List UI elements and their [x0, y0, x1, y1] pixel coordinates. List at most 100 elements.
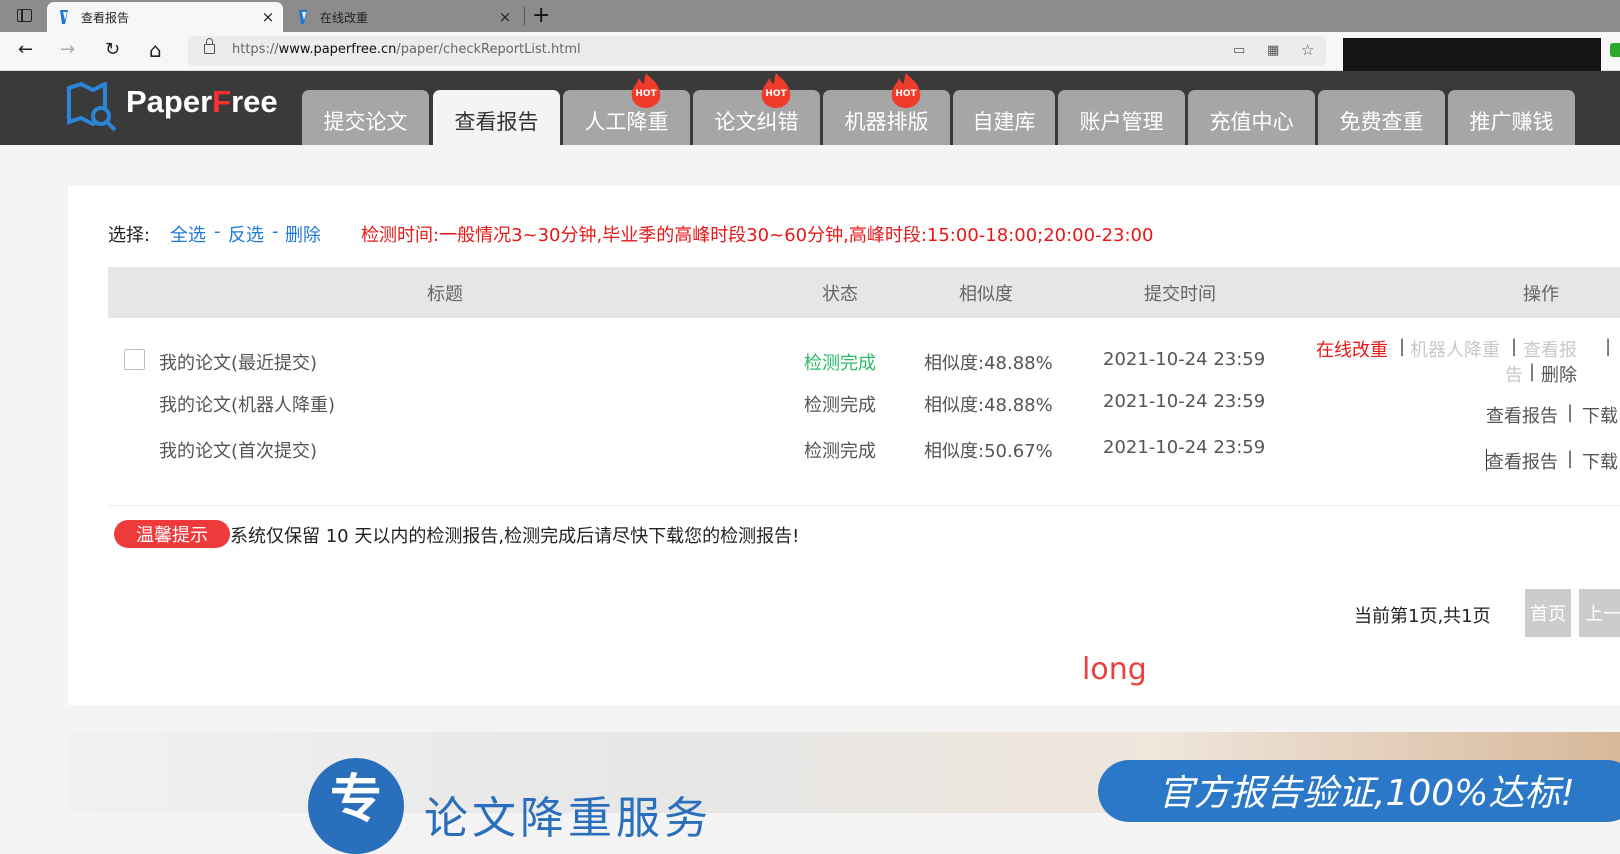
- url-host: www.paperfree.cn: [278, 42, 397, 57]
- nav-tab-label: 免费查重: [1339, 109, 1424, 134]
- pagination-info: 当前第1页,共1页: [1354, 606, 1491, 627]
- extension-icon[interactable]: [1610, 43, 1620, 57]
- url-scheme: https://: [232, 42, 279, 57]
- view-report-link-wrap[interactable]: 告: [1505, 361, 1523, 387]
- nav-tab-label: 账户管理: [1079, 109, 1164, 134]
- column-header-submit-time: 提交时间: [1144, 284, 1216, 305]
- action-separator: |: [1605, 336, 1612, 357]
- online-edit-link[interactable]: 在线改重: [1316, 336, 1388, 362]
- delete-report-link[interactable]: 删除: [1541, 361, 1577, 387]
- hot-badge: HOT: [886, 72, 926, 108]
- banner-badge-circle: 专: [308, 758, 404, 854]
- column-header-similarity: 相似度: [959, 284, 1013, 305]
- report-title[interactable]: 我的论文(首次提交): [159, 437, 317, 463]
- hot-label: HOT: [895, 89, 917, 99]
- site-logo-text[interactable]: PaperFree: [126, 84, 278, 120]
- tab-title: 在线改重: [320, 10, 369, 25]
- browser-tab-online-edit[interactable]: 在线改重 ×: [286, 2, 520, 32]
- tab-divider: [524, 7, 525, 25]
- back-icon[interactable]: ←: [18, 38, 33, 62]
- banner-service-title: 论文降重服务: [424, 793, 712, 844]
- table-header: [108, 267, 1620, 318]
- nav-tab-manual-reduce[interactable]: 人工降重 HOT: [563, 73, 690, 145]
- divider: [108, 505, 1620, 506]
- url-text[interactable]: https://www.paperfree.cn/paper/checkRepo…: [232, 42, 581, 57]
- nav-tab-label: 机器排版: [844, 109, 929, 134]
- column-header-title: 标题: [427, 284, 463, 305]
- nav-tab-account[interactable]: 账户管理: [1058, 90, 1185, 145]
- paperfree-logo-icon[interactable]: [67, 82, 119, 132]
- report-status: 检测完成: [804, 395, 876, 416]
- tab-title: 查看报告: [81, 10, 130, 25]
- first-page-button[interactable]: 首页: [1525, 589, 1571, 637]
- action-separator: |: [1567, 448, 1574, 469]
- action-separator: |: [1511, 336, 1518, 357]
- download-report-link[interactable]: 下载: [1582, 448, 1618, 474]
- hot-badge: HOT: [626, 72, 666, 108]
- home-icon[interactable]: ⌂: [149, 38, 162, 62]
- nav-tab-free-check[interactable]: 免费查重: [1318, 90, 1445, 145]
- text-cursor: [1486, 449, 1487, 471]
- report-title[interactable]: 我的论文(机器人降重): [159, 391, 335, 417]
- nav-tab-label: 自建库: [972, 109, 1036, 134]
- logo-word-ree: ree: [231, 84, 278, 119]
- lock-icon[interactable]: [204, 38, 215, 54]
- tabs-icon[interactable]: [17, 9, 32, 22]
- nav-tab-recharge[interactable]: 充值中心: [1188, 90, 1315, 145]
- long-label: long: [1082, 652, 1147, 687]
- action-separator: |: [1567, 402, 1574, 423]
- close-tab-icon[interactable]: ×: [496, 8, 514, 26]
- robot-reduce-link[interactable]: 机器人降重: [1410, 336, 1500, 362]
- hot-label: HOT: [635, 89, 657, 99]
- detection-time-notice: 检测时间:一般情况3~30分钟,毕业季的高峰时段30~60分钟,高峰时段:15:…: [361, 225, 1154, 246]
- nav-tab-label: 论文纠错: [714, 109, 799, 134]
- nav-tab-label: 查看报告: [454, 109, 539, 134]
- cast-icon[interactable]: ▭: [1233, 43, 1245, 58]
- logo-word-paper: Paper: [126, 84, 213, 119]
- close-tab-icon[interactable]: ×: [259, 8, 277, 26]
- nav-tab-label: 人工降重: [584, 109, 669, 134]
- report-submit-time: 2021-10-24 23:59: [1103, 391, 1266, 412]
- report-submit-time: 2021-10-24 23:59: [1103, 349, 1266, 370]
- action-separator: |: [1529, 361, 1536, 382]
- view-report-link[interactable]: 查看报告: [1486, 402, 1558, 428]
- row-checkbox[interactable]: [124, 349, 145, 370]
- download-report-link[interactable]: 下载: [1582, 402, 1618, 428]
- invert-selection-link[interactable]: 反选: [228, 221, 264, 247]
- select-label: 选择:: [108, 225, 151, 246]
- nav-tab-machine-layout[interactable]: 机器排版 HOT: [823, 73, 950, 145]
- new-tab-icon[interactable]: +: [532, 3, 550, 28]
- nav-tab-submit-paper[interactable]: 提交论文: [302, 90, 429, 145]
- report-similarity: 相似度:50.67%: [924, 441, 1053, 462]
- view-report-link[interactable]: 查看报告: [1486, 448, 1558, 474]
- nav-tab-view-report[interactable]: 查看报告: [433, 90, 560, 145]
- nav-tab-label: 推广赚钱: [1469, 109, 1554, 134]
- warm-tip-badge: 温馨提示: [114, 520, 230, 548]
- banner-slogan: 官方报告验证,100%达标!: [1158, 773, 1575, 814]
- nav-tab-promote[interactable]: 推广赚钱: [1448, 90, 1575, 145]
- browser-tab-view-report[interactable]: 查看报告 ×: [47, 2, 283, 32]
- select-all-link[interactable]: 全选: [170, 221, 206, 247]
- prev-page-button[interactable]: 上一: [1579, 589, 1620, 637]
- nav-tab-self-library[interactable]: 自建库: [953, 90, 1055, 145]
- favorite-add-icon[interactable]: ☆: [1301, 41, 1314, 59]
- nav-tab-paper-correction[interactable]: 论文纠错 HOT: [693, 73, 820, 145]
- forward-icon[interactable]: →: [60, 38, 75, 62]
- paperfree-favicon-icon: [60, 10, 68, 24]
- delete-selected-link[interactable]: 删除: [285, 221, 321, 247]
- view-report-link[interactable]: 查看报: [1523, 336, 1577, 362]
- action-separator: |: [1399, 336, 1406, 357]
- apps-icon[interactable]: ▦: [1267, 43, 1279, 58]
- nav-tab-label: 提交论文: [323, 109, 408, 134]
- select-dash: -: [272, 221, 279, 242]
- column-header-actions: 操作: [1523, 284, 1559, 305]
- select-dash: -: [214, 221, 221, 242]
- report-status: 检测完成: [804, 441, 876, 462]
- report-submit-time: 2021-10-24 23:59: [1103, 437, 1266, 458]
- warm-tip-text: 系统仅保留 10 天以内的检测报告,检测完成后请尽快下载您的检测报告!: [230, 526, 800, 547]
- column-header-status: 状态: [822, 284, 858, 305]
- logo-letter-f: F: [212, 84, 232, 119]
- hot-badge: HOT: [756, 72, 796, 108]
- report-title[interactable]: 我的论文(最近提交): [159, 349, 317, 375]
- reload-icon[interactable]: ↻: [105, 38, 120, 62]
